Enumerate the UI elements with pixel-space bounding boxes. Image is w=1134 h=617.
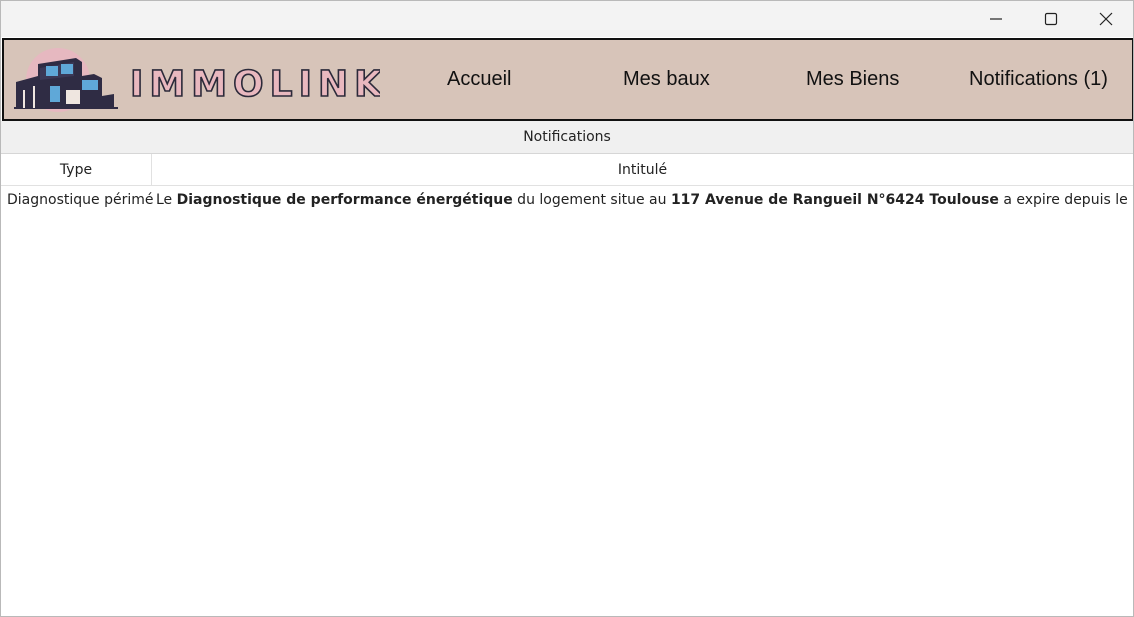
intitule-text: a expire depuis le — [998, 192, 1133, 208]
intitule-diagnostic: Diagnostique de performance énergétique — [176, 192, 513, 208]
minimize-icon — [989, 18, 1002, 20]
close-icon — [1099, 12, 1112, 26]
app-header: IMMOLINK Accueil Mes baux Mes Biens Noti… — [2, 38, 1133, 121]
cell-type: Diagnostique périmé — [7, 192, 154, 208]
minimize-button[interactable] — [968, 1, 1023, 37]
intitule-text: du logement situe au — [512, 192, 671, 208]
logo-text: IMMOLINK — [130, 64, 380, 105]
maximize-icon — [1044, 12, 1057, 26]
notifications-table: Type Intitulé Diagnostique périmé Le Dia… — [1, 154, 1133, 214]
column-header-type[interactable]: Type — [1, 154, 152, 185]
table-row[interactable]: Diagnostique périmé Le Diagnostique de p… — [1, 186, 1133, 214]
nav-mes-biens[interactable]: Mes Biens — [806, 40, 899, 119]
nav-accueil[interactable]: Accueil — [447, 40, 511, 119]
window-controls — [968, 1, 1133, 37]
intitule-text: Le — [156, 192, 177, 208]
house-logo-icon: IMMOLINK — [14, 48, 383, 112]
table-header: Type Intitulé — [1, 154, 1133, 186]
cell-intitule: Le Diagnostique de performance énergétiq… — [151, 192, 1133, 208]
intitule-address: 117 Avenue de Rangueil N°6424 Toulouse — [670, 192, 999, 208]
nav-notifications[interactable]: Notifications (1) — [969, 40, 1108, 119]
column-header-intitule[interactable]: Intitulé — [152, 154, 1133, 185]
title-bar — [1, 1, 1133, 37]
maximize-button[interactable] — [1023, 1, 1078, 37]
nav-mes-baux[interactable]: Mes baux — [623, 40, 710, 119]
section-title-bar: Notifications — [1, 121, 1133, 154]
immolink-logo[interactable]: IMMOLINK — [10, 46, 383, 112]
close-button[interactable] — [1078, 1, 1133, 37]
app-window: IMMOLINK Accueil Mes baux Mes Biens Noti… — [0, 0, 1134, 617]
section-title: Notifications — [523, 129, 611, 145]
